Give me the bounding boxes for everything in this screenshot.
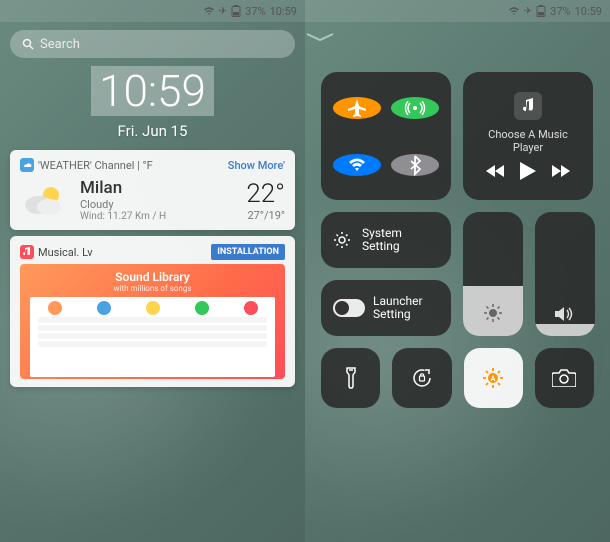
search-icon — [22, 38, 34, 50]
ad-card[interactable]: Musical. Lv INSTALLATION Sound Library w… — [10, 236, 295, 387]
clock-date: Fri. Jun 15 — [0, 122, 305, 140]
ad-title: Musical. Lv — [20, 245, 93, 259]
status-bar: ✈ 37% 10:59 — [305, 0, 610, 22]
music-label: Choose A Music Player — [473, 128, 583, 154]
next-track-button[interactable] — [552, 165, 570, 177]
status-time: 10:59 — [575, 5, 602, 18]
brightness-slider[interactable] — [463, 212, 523, 336]
search-bar[interactable] — [10, 30, 295, 58]
wifi-toggle[interactable] — [333, 154, 381, 176]
toggle-switch-icon — [333, 299, 365, 317]
weather-channel-label: 'WEATHER' Channel | °F — [20, 158, 153, 172]
system-setting-button[interactable]: System Setting — [321, 212, 451, 268]
ad-preview: Sound Library with millions of songs — [20, 264, 285, 379]
search-input[interactable] — [40, 37, 283, 52]
music-app-icon — [20, 245, 34, 259]
launcher-setting-button[interactable]: Launcher Setting — [321, 280, 451, 336]
weather-wind: Wind: 11.27 Km / H — [80, 211, 236, 222]
show-more-link[interactable]: Show More' — [228, 159, 285, 172]
battery-icon — [536, 5, 546, 17]
clock-widget[interactable]: 10:59 Fri. Jun 15 — [0, 66, 305, 140]
volume-slider[interactable] — [535, 212, 595, 336]
weather-condition: Cloudy — [80, 198, 236, 211]
gear-icon — [333, 231, 354, 249]
weather-card[interactable]: 'WEATHER' Channel | °F Show More' Milan … — [10, 150, 295, 230]
weather-range: 27°/19° — [246, 209, 285, 222]
battery-icon — [231, 5, 241, 17]
bluetooth-toggle[interactable] — [391, 154, 439, 176]
volume-icon — [555, 306, 575, 322]
airplane-mode-toggle[interactable] — [333, 97, 381, 119]
flashlight-button[interactable] — [321, 348, 380, 408]
camera-button[interactable] — [535, 348, 594, 408]
wifi-icon — [508, 6, 520, 16]
ad-preview-subtitle: with millions of songs — [30, 284, 275, 293]
ad-preview-title: Sound Library — [30, 270, 275, 284]
brightness-icon — [484, 304, 502, 322]
weather-city: Milan — [80, 178, 236, 198]
wifi-icon — [203, 6, 215, 16]
svg-text:A: A — [491, 375, 496, 383]
grabber-chevron-icon[interactable] — [305, 22, 610, 72]
music-tile[interactable]: Choose A Music Player — [463, 72, 593, 200]
clock-time: 10:59 — [91, 66, 214, 116]
weather-condition-icon — [20, 180, 70, 220]
cellular-toggle[interactable] — [391, 97, 439, 119]
prev-track-button[interactable] — [486, 165, 504, 177]
battery-percent: 37% — [550, 5, 570, 18]
night-shift-button[interactable]: A — [464, 348, 523, 408]
status-time: 10:59 — [270, 5, 297, 18]
airplane-icon: ✈ — [524, 6, 532, 17]
status-bar: ✈ 37% 10:59 — [0, 0, 305, 22]
play-button[interactable] — [520, 162, 536, 180]
battery-percent: 37% — [245, 5, 265, 18]
system-setting-label: System Setting — [362, 227, 439, 253]
weather-channel-icon — [20, 158, 34, 172]
install-button[interactable]: INSTALLATION — [211, 244, 285, 260]
weather-temp: 22° — [246, 179, 285, 209]
rotation-lock-button[interactable] — [392, 348, 451, 408]
airplane-icon: ✈ — [219, 6, 227, 17]
launcher-setting-label: Launcher Setting — [373, 295, 439, 321]
music-note-icon — [514, 92, 542, 120]
connectivity-tile — [321, 72, 451, 200]
